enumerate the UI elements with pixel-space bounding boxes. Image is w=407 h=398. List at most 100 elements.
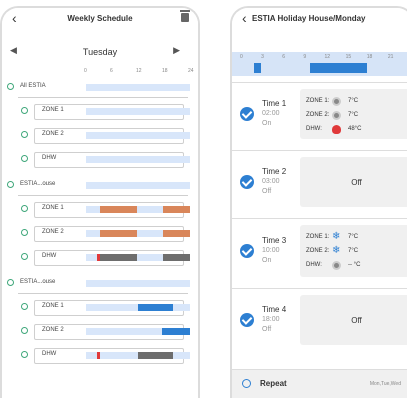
group-row[interactable]: ESTIA...ouse	[2, 276, 198, 292]
detail-name: ZONE 2:	[306, 248, 330, 254]
detail-line: DHW: 48°C	[306, 125, 406, 135]
gray-circle-icon	[332, 261, 341, 270]
zone-row[interactable]: ZONE 1	[2, 104, 198, 120]
timeline-block	[310, 63, 367, 73]
header: ‹ Weekly Schedule	[2, 8, 198, 30]
zone-row[interactable]: ZONE 1	[2, 202, 198, 218]
time-card[interactable]: Time 3 10:00 On ZONE 1: ❄ 7°C ZONE 2: ❄ 7°C DHW: -…	[232, 218, 407, 283]
zone-status-icon	[21, 131, 28, 138]
divider	[18, 293, 188, 294]
zone-label: ZONE 2	[42, 327, 64, 333]
time-state: Off	[262, 326, 272, 333]
detail-line: ZONE 1: ❄ 7°C	[306, 231, 406, 243]
header: ‹ ESTIA Holiday House/Monday	[232, 8, 407, 30]
tick-label: 24	[188, 68, 194, 74]
tick-label: 6	[282, 54, 286, 60]
day-label: Tuesday	[82, 47, 118, 57]
check-icon[interactable]	[240, 244, 254, 258]
group-timeline	[86, 280, 190, 287]
zone-status-icon	[21, 253, 28, 260]
group-status-icon	[7, 181, 14, 188]
detail-line: ZONE 1: 7°C	[306, 97, 406, 107]
zone-row[interactable]: ZONE 2	[2, 226, 198, 242]
repeat-row[interactable]: Repeat Mon,Tue,Wed	[232, 369, 407, 398]
time-card[interactable]: Time 1 02:00 On ZONE 1: 7°C ZONE 2: 7°C DHW: 48°…	[232, 82, 407, 145]
time-value: 02:00	[262, 110, 280, 117]
detail-name: DHW:	[306, 126, 322, 132]
time-value: 03:00	[262, 178, 280, 185]
time-label: Time 1	[262, 99, 287, 108]
check-icon[interactable]	[240, 175, 254, 189]
group-timeline	[86, 84, 190, 91]
schedule-segment	[138, 304, 173, 311]
zone-label: DHW	[42, 155, 57, 161]
zone-row[interactable]: ZONE 1	[2, 300, 198, 316]
tick-label: 18	[366, 54, 373, 60]
schedule-segment	[163, 206, 190, 213]
next-day-icon[interactable]: ▶	[173, 45, 180, 56]
time-detail-panel: Off	[300, 157, 407, 207]
time-card[interactable]: Time 2 03:00 Off Off	[232, 150, 407, 213]
time-detail-panel: ZONE 1: ❄ 7°C ZONE 2: ❄ 7°C DHW: -- °C	[300, 225, 407, 277]
repeat-label: Repeat	[260, 379, 287, 388]
zone-timeline	[86, 304, 190, 311]
group-label: ESTIA...ouse	[20, 279, 56, 285]
gray-circle-icon	[332, 97, 341, 106]
zone-label: DHW	[42, 351, 57, 357]
divider	[18, 195, 188, 196]
zone-label: ZONE 1	[42, 107, 64, 113]
tick-label: 0	[240, 54, 243, 60]
group-row[interactable]: ESTIA...ouse	[2, 178, 198, 194]
tick-label: 0	[84, 68, 87, 74]
group-status-icon	[7, 279, 14, 286]
zone-row[interactable]: DHW	[2, 250, 198, 266]
zone-status-icon	[21, 327, 28, 334]
schedule-segment	[163, 254, 190, 261]
gray-circle-icon	[332, 111, 341, 120]
detail-value: -- °C	[348, 262, 361, 268]
zone-row[interactable]: ZONE 2	[2, 128, 198, 144]
group-label: All ESTIA	[20, 83, 46, 89]
tick-label: 12	[136, 68, 142, 74]
zone-timeline	[86, 230, 190, 237]
trash-icon[interactable]	[180, 10, 190, 22]
group-row[interactable]: All ESTIA	[2, 80, 198, 96]
detail-line: ZONE 2: ❄ 7°C	[306, 245, 406, 257]
tick-label: 3	[261, 54, 264, 60]
page-title: ESTIA Holiday House/Monday	[252, 14, 366, 23]
zone-row[interactable]: DHW	[2, 348, 198, 364]
tick-label: 18	[162, 68, 168, 74]
schedule-segment	[163, 230, 190, 237]
zone-status-icon	[21, 303, 28, 310]
schedule-segment	[138, 352, 173, 359]
zone-timeline	[86, 108, 190, 115]
detail-value: 7°C	[348, 248, 359, 254]
zone-status-icon	[21, 107, 28, 114]
time-detail-panel: Off	[300, 295, 407, 345]
detail-value: 48°C	[348, 126, 362, 132]
check-icon[interactable]	[240, 107, 254, 121]
zone-status-icon	[21, 351, 28, 358]
snowflake-icon: ❄	[332, 245, 341, 256]
detail-line: DHW: -- °C	[306, 261, 406, 271]
tick-label: 12	[324, 54, 331, 60]
zone-row[interactable]: ZONE 2	[2, 324, 198, 340]
detail-line: ZONE 2: 7°C	[306, 111, 406, 121]
day-detail-screen: ‹ ESTIA Holiday House/Monday 0 3 6 9 12 15 18 2…	[230, 6, 407, 398]
flame-icon	[332, 125, 341, 134]
back-icon[interactable]: ‹	[242, 10, 247, 26]
repeat-icon	[242, 379, 251, 388]
zone-label: ZONE 2	[42, 229, 64, 235]
zone-row[interactable]: DHW	[2, 152, 198, 168]
tick-label: 15	[345, 54, 352, 60]
detail-name: ZONE 1:	[306, 234, 330, 240]
check-icon[interactable]	[240, 313, 254, 327]
timeline-block	[254, 63, 262, 73]
snowflake-icon: ❄	[332, 231, 341, 242]
detail-name: ZONE 2:	[306, 112, 330, 118]
time-card[interactable]: Time 4 18:00 Off Off	[232, 288, 407, 351]
zone-timeline	[86, 132, 190, 139]
zone-label: ZONE 2	[42, 131, 64, 137]
repeat-days: Mon,Tue,Wed	[369, 381, 401, 387]
time-state: On	[262, 257, 272, 264]
